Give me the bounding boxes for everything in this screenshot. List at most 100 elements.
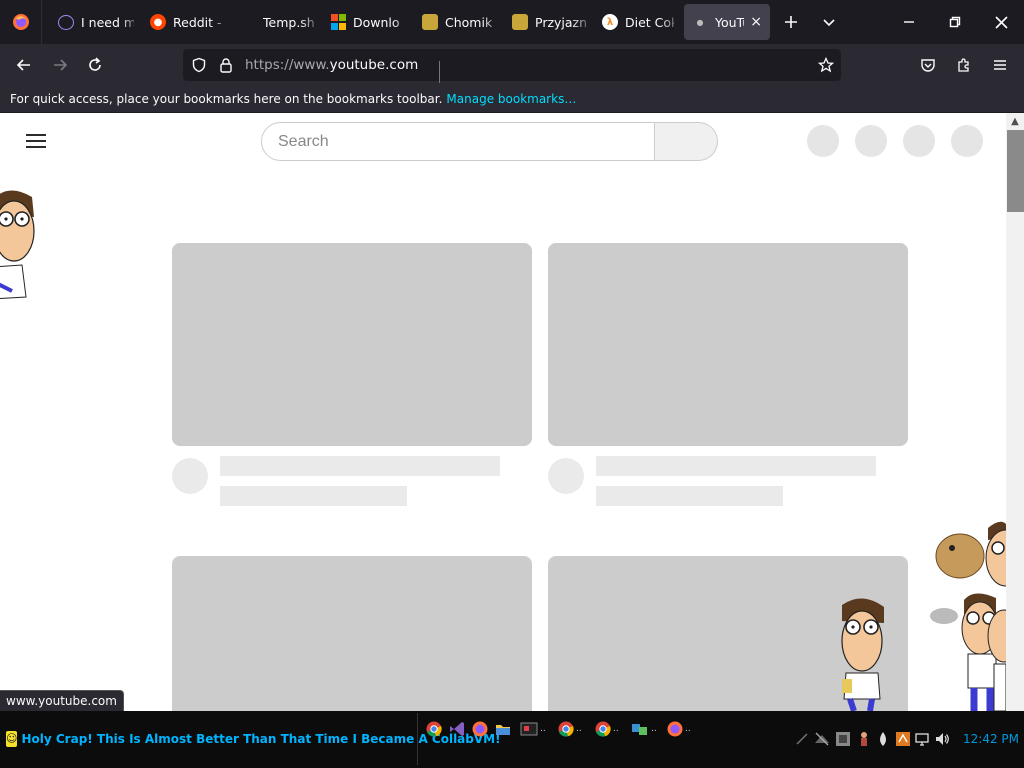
arrow-right-icon [54,59,68,71]
extensions-button[interactable] [947,48,981,82]
chrome-icon [595,721,611,737]
desktop-pet-character [0,190,35,300]
drop-icon[interactable] [875,731,891,747]
link-status-tooltip: www.youtube.com [0,690,124,712]
back-button[interactable] [7,48,41,82]
hamburger-icon [994,60,1006,70]
tray-app-icon[interactable] [835,731,851,747]
chomikuj-icon [422,14,438,30]
video-thumbnail-skeleton[interactable] [172,243,532,446]
header-icon-placeholder[interactable] [951,125,983,157]
tab-1[interactable]: ● Reddit - [142,4,232,40]
youtube-search-button[interactable] [654,122,718,161]
taskbar-app-firefox[interactable] [472,718,488,740]
header-icon-placeholder[interactable] [855,125,887,157]
taskbar-app-chrome-3[interactable]: .. [595,718,619,740]
proton-icon [58,14,74,30]
minimize-icon [904,21,914,23]
folder-icon [496,725,510,735]
visual-studio-icon [450,722,464,736]
desktop-pet-group [930,521,1006,711]
arrow-left-icon [16,59,30,71]
bookmarks-toolbar: For quick access, place your bookmarks h… [0,86,1024,113]
taskbar-app-media[interactable]: .. [520,718,546,740]
scroll-up-arrow-icon[interactable]: ▲ [1006,113,1024,129]
tab-label: Temp.sh | Re [263,14,314,30]
close-icon [994,15,1008,29]
tray-orange-icon[interactable] [895,731,911,747]
chrome-icon [426,721,442,737]
tab-label: Downlo [353,14,400,30]
smiley-icon: ☺ [6,731,18,747]
channel-avatar-skeleton [548,458,584,494]
lock-icon[interactable] [219,57,233,73]
network-disconnected-icon[interactable] [814,731,830,747]
new-tab-button[interactable] [772,0,810,44]
youtube-search-input[interactable]: Search [261,122,655,161]
restore-button[interactable] [932,0,978,44]
tray-arrow-icon[interactable] [794,731,810,747]
meta-skeleton [220,486,407,506]
tab-4[interactable]: Chomik [414,4,504,40]
close-tab-icon[interactable]: × [750,14,762,30]
tab-strip: I need m ● Reddit - Temp.sh | Re Downlo … [0,0,1024,44]
taskbar-app-chrome[interactable] [426,718,442,740]
minimize-button[interactable] [886,0,932,44]
url-bar[interactable]: https://www.youtube.com [183,49,841,83]
video-thumbnail-skeleton[interactable] [172,556,532,711]
taskbar-marquee[interactable]: ☺ Holy Crap! This Is Almost Better Than … [2,713,501,765]
taskbar-app-explorer[interactable] [495,718,511,740]
plus-icon [785,16,797,28]
tab-3[interactable]: Downlo [322,4,414,40]
bookmarks-message: For quick access, place your bookmarks h… [10,92,443,106]
manage-bookmarks-link[interactable]: Manage bookmarks… [446,92,576,106]
tab-label: Reddit - [173,14,222,30]
network-icon[interactable] [914,731,930,747]
chevron-down-icon [823,19,835,27]
reddit-icon: ● [150,14,166,30]
navigation-toolbar: https://www.youtube.com [0,44,1024,86]
tab-active[interactable]: ● YouTu × [684,4,770,40]
taskbar-app-firefox-active[interactable]: .. [667,718,691,740]
loading-dot-icon: ● [696,17,704,27]
tab-6[interactable]: λ Diet Cok [594,4,682,40]
tab-label: Chomik [445,14,493,30]
scrollbar-thumb[interactable] [1007,130,1024,212]
header-icon-placeholder[interactable] [807,125,839,157]
ellipsis-icon: .. [576,724,582,734]
taskbar-app-chrome-2[interactable]: .. [558,718,582,740]
tab-label: YouTu [715,14,744,30]
url-text[interactable]: https://www.youtube.com [245,57,418,73]
tab-5[interactable]: Przyjazny [504,4,594,40]
app-menu-button[interactable] [983,48,1017,82]
tab-label: I need m [81,14,134,30]
forward-button[interactable] [43,48,77,82]
guide-menu-icon[interactable] [26,133,46,149]
volume-icon[interactable] [934,731,950,747]
firefox-icon [472,721,488,737]
tab-2[interactable]: Temp.sh | Re [232,4,322,40]
tray-figure-icon[interactable] [856,731,872,747]
close-window-button[interactable] [978,0,1024,44]
shield-icon[interactable] [191,57,207,73]
url-scheme: https://www. [245,57,330,73]
text-cursor [439,61,440,83]
firefox-menu-icon[interactable] [0,0,42,44]
taskbar-app-other[interactable]: .. [631,718,657,740]
url-host: youtube.com [329,57,419,73]
video-thumbnail-skeleton[interactable] [548,243,908,446]
media-app-icon [520,722,538,736]
reload-button[interactable] [78,48,112,82]
star-icon[interactable] [818,57,834,73]
chrome-icon [558,721,574,737]
blank-icon [240,14,256,30]
tab-0[interactable]: I need m [50,4,142,40]
chomikuj-icon [512,14,528,30]
page-content: Search [0,113,1006,711]
taskbar-clock[interactable]: 12:42 PM [963,732,1019,746]
list-all-tabs-button[interactable] [810,0,848,44]
taskbar-app-visual-studio[interactable] [449,718,465,740]
header-icon-placeholder[interactable] [903,125,935,157]
pocket-button[interactable] [911,48,945,82]
meta-skeleton [596,486,783,506]
